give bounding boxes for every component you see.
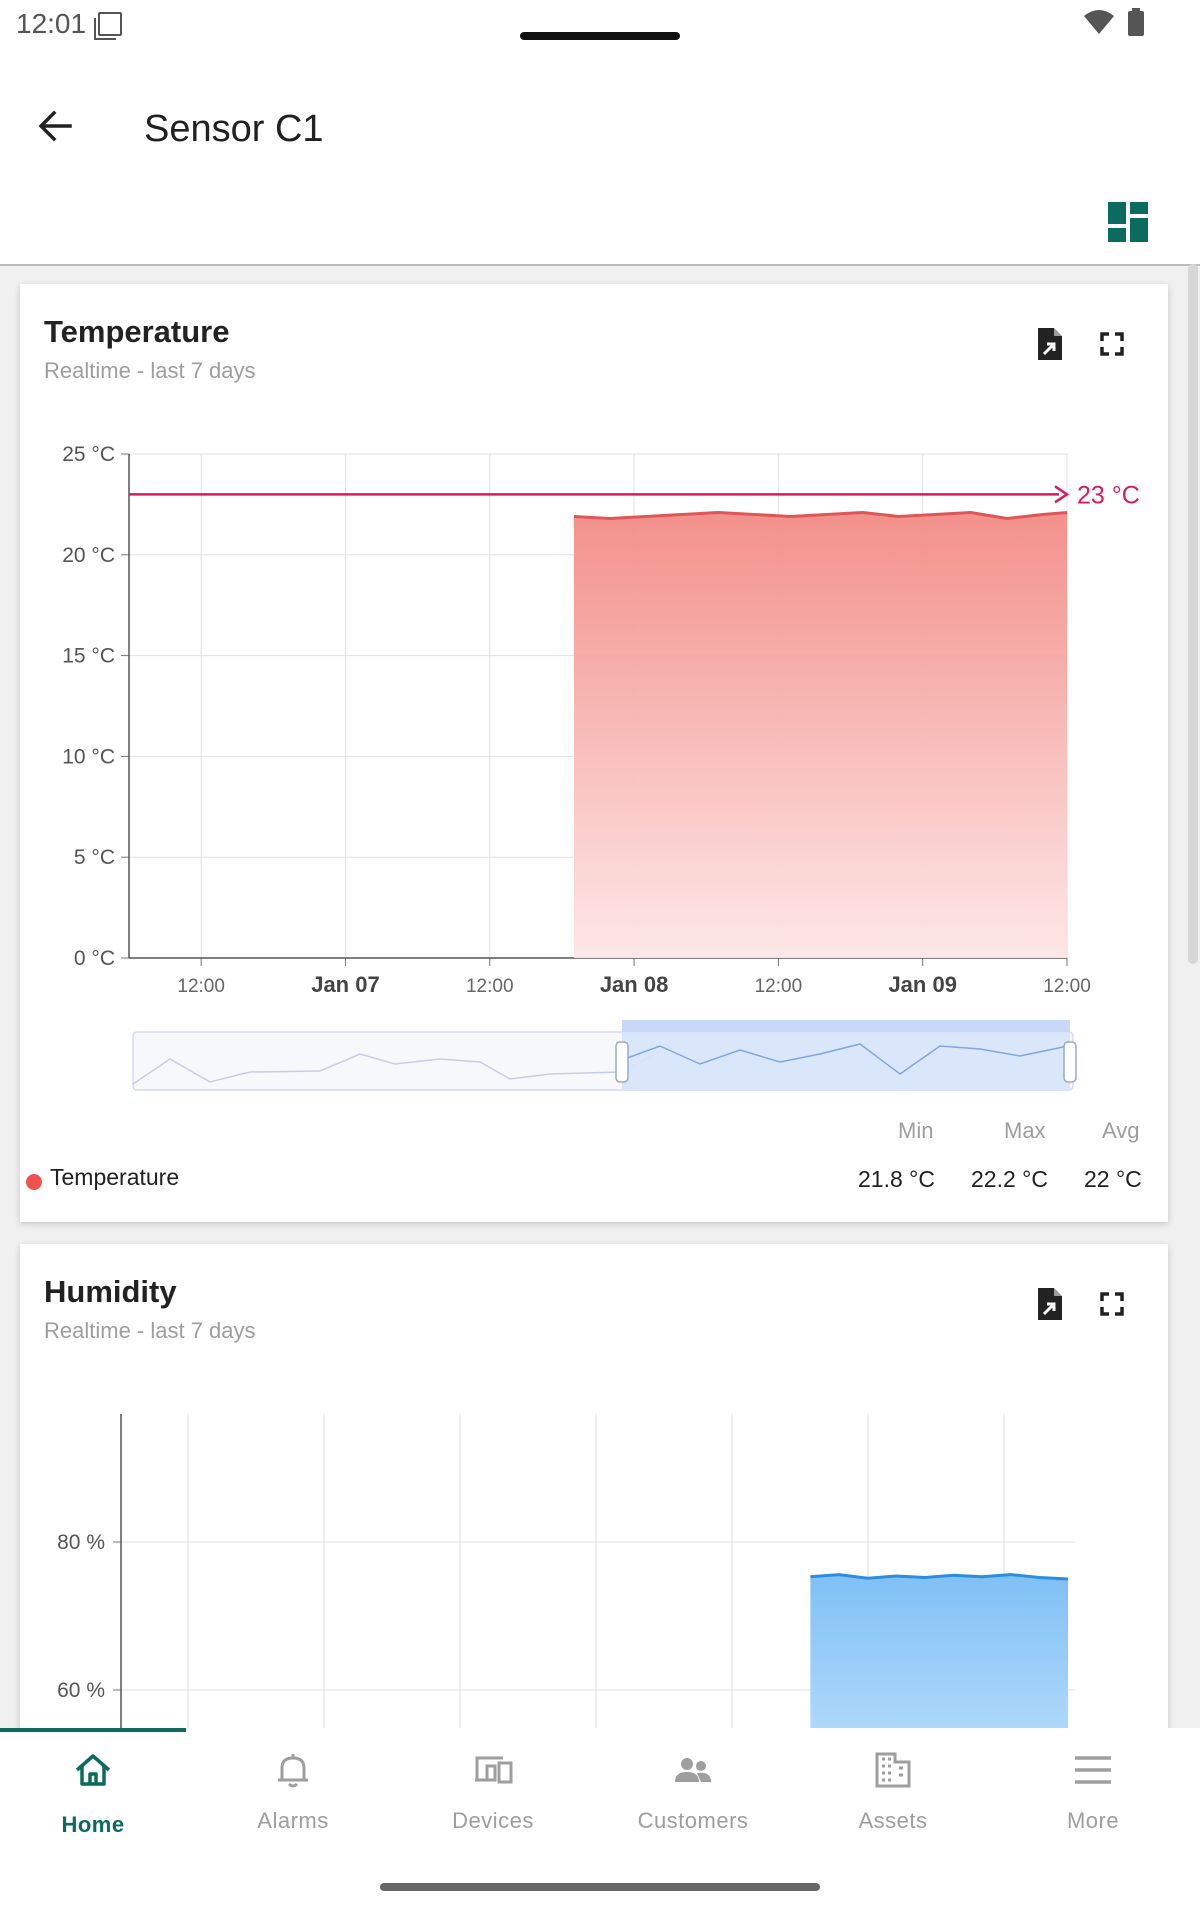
bell-icon bbox=[278, 1754, 308, 1788]
x-tick-label: 12:00 bbox=[466, 976, 514, 997]
menu-icon bbox=[1075, 1756, 1111, 1784]
nav-label: Home bbox=[61, 1812, 125, 1837]
y-tick-label: 5 °C bbox=[74, 846, 115, 869]
stat-header-avg: Avg bbox=[1102, 1118, 1140, 1143]
nav-item-devices[interactable]: Devices bbox=[393, 1728, 593, 1878]
y-tick-label: 15 °C bbox=[62, 645, 115, 668]
legend-marker bbox=[26, 1174, 42, 1190]
nav-item-home[interactable]: Home bbox=[0, 1728, 193, 1878]
wifi-icon bbox=[1084, 10, 1114, 34]
bottom-navigation: Home Alarms Devices Customers Assets Mor… bbox=[0, 1728, 1200, 1920]
system-home-bar[interactable] bbox=[380, 1883, 820, 1891]
humidity-card: Humidity Realtime - last 7 days 40 %60 %… bbox=[20, 1244, 1168, 1784]
temperature-chart[interactable]: 0 °C 5 °C 10 °C 15 °C 20 °C 25 °C 12:00 Jan 07 1… bbox=[20, 284, 1168, 1222]
x-tick-label: Jan 07 bbox=[311, 972, 380, 997]
y-tick-label: 10 °C bbox=[62, 745, 115, 768]
legend-label[interactable]: Temperature bbox=[50, 1164, 179, 1191]
status-bar: 12:01 bbox=[0, 0, 1200, 50]
assets-icon bbox=[875, 1752, 911, 1788]
x-tick-label: 12:00 bbox=[1043, 976, 1091, 997]
y-tick-label: 60 % bbox=[57, 1679, 105, 1702]
x-tick-label: Jan 08 bbox=[600, 972, 669, 997]
stat-header-min: Min bbox=[898, 1118, 934, 1143]
zoom-selection-handle-bar bbox=[622, 1020, 1070, 1032]
nav-item-more[interactable]: More bbox=[993, 1728, 1193, 1878]
scrollbar[interactable] bbox=[1188, 264, 1198, 964]
stat-value-max: 22.2 °C bbox=[971, 1166, 1048, 1192]
customers-icon bbox=[675, 1758, 711, 1782]
y-tick-label: 25 °C bbox=[62, 443, 115, 466]
arrow-back-icon[interactable] bbox=[30, 100, 82, 152]
stat-value-avg: 22 °C bbox=[1084, 1166, 1142, 1192]
zoom-right-handle bbox=[1063, 1041, 1077, 1083]
nav-label: Customers bbox=[637, 1808, 749, 1833]
x-tick-label: 12:00 bbox=[177, 976, 225, 997]
nav-item-assets[interactable]: Assets bbox=[793, 1728, 993, 1878]
nav-item-customers[interactable]: Customers bbox=[593, 1728, 793, 1878]
nav-label: Devices bbox=[452, 1808, 534, 1833]
nav-label: More bbox=[1066, 1808, 1120, 1833]
page-title: Sensor C1 bbox=[144, 108, 324, 150]
nav-item-alarms[interactable]: Alarms bbox=[193, 1728, 393, 1878]
home-icon bbox=[75, 1754, 111, 1786]
zoom-left-handle bbox=[615, 1041, 629, 1083]
temperature-area bbox=[573, 512, 1067, 958]
status-time: 12:01 bbox=[16, 8, 87, 39]
humidity-chart[interactable]: 40 %60 %80 %45 % bbox=[20, 1244, 1168, 1784]
y-tick-label: 0 °C bbox=[74, 947, 115, 970]
screen-icon bbox=[94, 12, 122, 40]
stat-header-max: Max bbox=[1004, 1118, 1046, 1143]
x-tick-label: 12:00 bbox=[755, 976, 803, 997]
dashboard-icon[interactable] bbox=[1108, 202, 1148, 242]
app-bar: Sensor C1 bbox=[0, 50, 1200, 266]
x-tick-label: Jan 09 bbox=[888, 972, 957, 997]
stat-value-min: 21.8 °C bbox=[858, 1166, 935, 1192]
threshold-label: 23 °C bbox=[1077, 481, 1140, 509]
temperature-card: Temperature Realtime - last 7 days 0 °C 5… bbox=[20, 284, 1168, 1222]
nav-label: Assets bbox=[858, 1808, 928, 1833]
nav-label: Alarms bbox=[257, 1808, 329, 1833]
devices-icon bbox=[475, 1756, 513, 1784]
y-tick-label: 80 % bbox=[57, 1531, 105, 1554]
camera-notch bbox=[520, 32, 680, 40]
battery-icon bbox=[1128, 8, 1144, 36]
y-tick-label: 20 °C bbox=[62, 544, 115, 567]
